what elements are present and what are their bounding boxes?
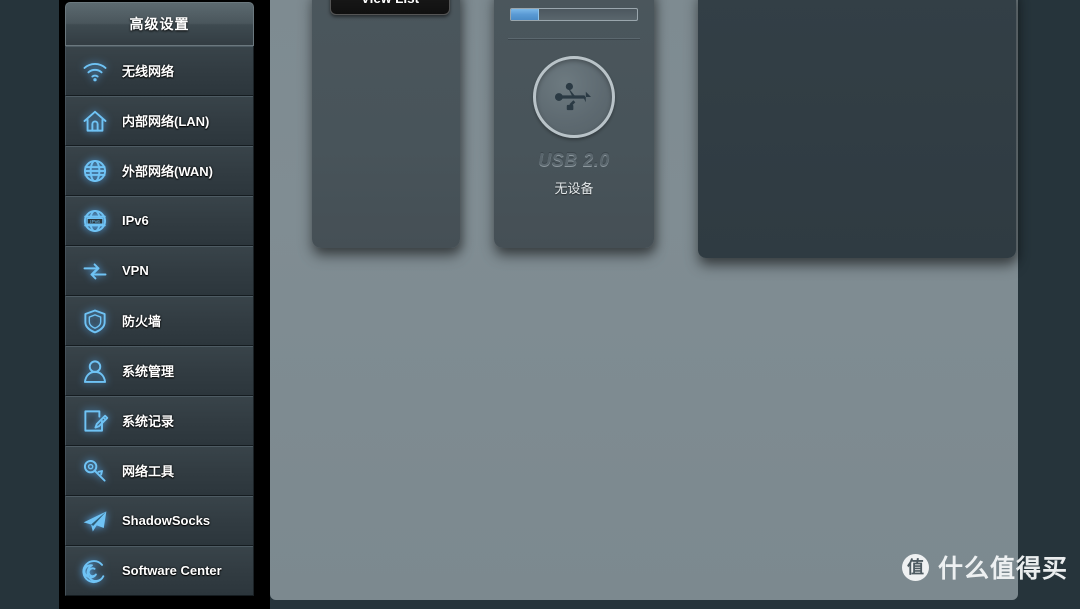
svg-text:IPv6: IPv6 (90, 219, 100, 225)
vpn-arrows-icon (78, 254, 112, 288)
sidebar-item-label: ShadowSocks (122, 513, 211, 528)
usb-port-button[interactable] (533, 56, 615, 138)
sidebar-item-label: 无线网络 (122, 64, 175, 79)
sidebar-menu: 无线网络内部网络(LAN) 外部网络(WAN) IPv6 IPv6 VPN 防火墙系统管理… (65, 46, 254, 596)
view-list-button[interactable]: View List (330, 0, 450, 15)
sidebar-item-label: 网络工具 (122, 464, 175, 479)
page-left-gutter (0, 0, 59, 609)
sidebar-item-label: 系统管理 (122, 364, 175, 379)
sidebar-item-5[interactable]: VPN (65, 246, 254, 296)
sidebar-item-label: 外部网络(WAN) (122, 164, 213, 179)
user-icon (78, 354, 112, 388)
router-admin-page: 高级设置 无线网络内部网络(LAN) 外部网络(WAN) IPv6 IPv6 VPN 防火… (0, 0, 1080, 609)
usb-device-status: 无设备 (554, 181, 594, 196)
usb-status-card: USB 2.0 无设备 (494, 0, 654, 248)
usb-usage-progress-fill (511, 9, 539, 20)
usb-trident-icon (553, 76, 595, 118)
sidebar-right-border (256, 0, 270, 609)
sidebar-item-label: VPN (122, 263, 149, 278)
usb-card-divider (508, 38, 640, 39)
watermark-text: 什么值得买 (937, 555, 1068, 583)
sidebar-item-8[interactable]: 系统记录 (65, 396, 254, 446)
debian-spiral-icon (78, 554, 112, 588)
sidebar-item-label: IPv6 (122, 213, 149, 228)
sidebar-item-label: 系统记录 (122, 414, 175, 429)
notepad-pencil-icon (78, 404, 112, 438)
sidebar-item-11[interactable]: Software Center (65, 546, 254, 596)
home-icon (78, 104, 112, 138)
globe-icon (78, 154, 112, 188)
sidebar-item-6[interactable]: 防火墙 (65, 296, 254, 346)
empty-dark-panel (698, 0, 1016, 258)
watermark: 值 什么值得买 (901, 549, 1068, 585)
sidebar-item-2[interactable]: 内部网络(LAN) (65, 96, 254, 146)
sidebar-item-9[interactable]: 网络工具 (65, 446, 254, 496)
main-panel-bottom-gap (270, 600, 1018, 609)
sidebar-item-label: 内部网络(LAN) (122, 114, 210, 129)
main-content-panel: View List (270, 0, 1018, 600)
wrench-icon (78, 454, 112, 488)
client-list-card: View List (312, 0, 460, 248)
sidebar-item-1[interactable]: 无线网络 (65, 46, 254, 96)
sidebar-item-3[interactable]: 外部网络(WAN) (65, 146, 254, 196)
shield-icon (78, 304, 112, 338)
sidebar-item-10[interactable]: ShadowSocks (65, 496, 254, 546)
sidebar-item-7[interactable]: 系统管理 (65, 346, 254, 396)
usb-usage-progress (510, 8, 638, 21)
advanced-settings-sidebar: 高级设置 无线网络内部网络(LAN) 外部网络(WAN) IPv6 IPv6 VPN 防火… (63, 0, 256, 609)
sidebar-header: 高级设置 (65, 2, 254, 46)
ipv6-globe-icon: IPv6 (78, 204, 112, 238)
usb-version-label: USB 2.0 (538, 150, 610, 170)
watermark-logo-icon: 值 (901, 553, 929, 581)
sidebar-item-label: 防火墙 (122, 314, 162, 329)
paper-plane-icon (78, 504, 112, 538)
sidebar-item-label: Software Center (122, 563, 222, 578)
sidebar-item-4[interactable]: IPv6 IPv6 (65, 196, 254, 246)
wifi-icon (78, 54, 112, 88)
